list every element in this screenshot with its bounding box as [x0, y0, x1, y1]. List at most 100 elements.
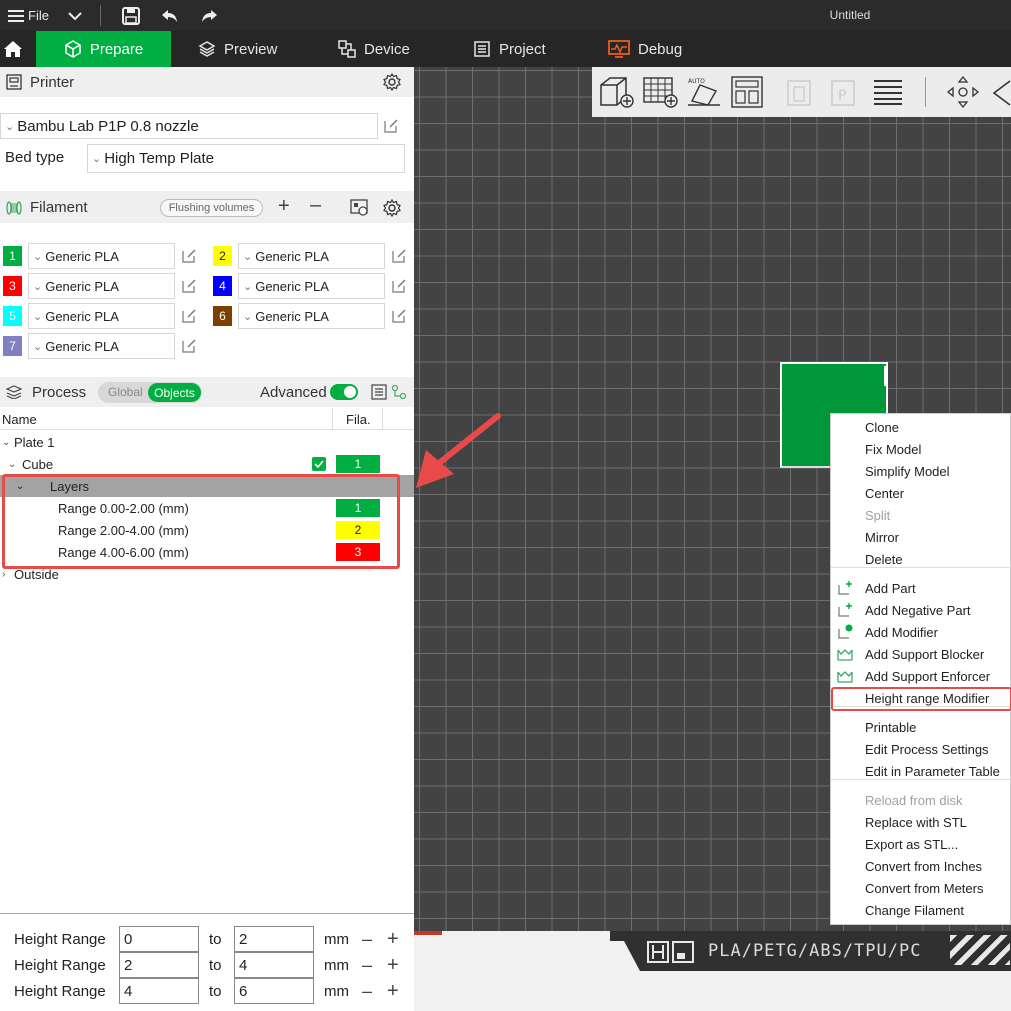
- tab-debug[interactable]: Debug: [608, 31, 682, 67]
- bed-type-select[interactable]: ⌄ High Temp Plate: [87, 144, 405, 173]
- tab-device[interactable]: Device: [338, 31, 410, 67]
- tree-plate-row[interactable]: ⌄ Plate 1: [0, 431, 414, 453]
- menu-item[interactable]: Edit Process Settings: [865, 739, 989, 759]
- add-cube-icon[interactable]: [598, 75, 636, 109]
- materials-label: PLA/PETG/ABS/TPU/PC: [708, 941, 922, 961]
- filament-select[interactable]: ⌄ Generic PLA: [28, 243, 175, 269]
- add-range-button[interactable]: +: [387, 954, 399, 977]
- edit-icon[interactable]: [181, 248, 197, 264]
- filament-color-swatch[interactable]: 2: [213, 246, 232, 266]
- menu-item[interactable]: Simplify Model: [865, 461, 950, 481]
- rotate-icon[interactable]: [988, 75, 1011, 109]
- menu-item[interactable]: Edit in Parameter Table: [865, 761, 1000, 781]
- objects-option[interactable]: Objects: [148, 383, 201, 402]
- menu-item[interactable]: Add Part: [865, 578, 916, 598]
- undo-icon[interactable]: [161, 0, 179, 31]
- filament-select[interactable]: ⌄ Generic PLA: [28, 333, 175, 359]
- menu-item[interactable]: Export as STL...: [865, 834, 958, 854]
- menu-item[interactable]: Mirror: [865, 527, 899, 547]
- gear-icon[interactable]: [383, 199, 401, 217]
- menu-item[interactable]: Convert from Meters: [865, 878, 983, 898]
- remove-filament-button[interactable]: –: [310, 194, 321, 217]
- menu-item[interactable]: Clone: [865, 417, 899, 437]
- stripe-decoration: [950, 935, 1010, 965]
- auto-orient-icon[interactable]: AUTO: [686, 75, 724, 109]
- add-range-button[interactable]: +: [387, 980, 399, 1003]
- chevron-down-icon[interactable]: ⌄: [2, 437, 10, 448]
- filament-color-swatch[interactable]: 6: [213, 306, 232, 326]
- tree-object-row[interactable]: ⌄ Cube 1: [0, 453, 414, 475]
- dropdown-chevron-icon[interactable]: [68, 0, 82, 31]
- remove-range-button[interactable]: –: [362, 929, 372, 950]
- edit-icon[interactable]: [181, 308, 197, 324]
- menu-item[interactable]: Convert from Inches: [865, 856, 982, 876]
- advanced-toggle[interactable]: [330, 384, 358, 400]
- home-button[interactable]: [0, 31, 34, 67]
- arrange-icon[interactable]: [730, 75, 764, 109]
- edit-icon[interactable]: [391, 308, 407, 324]
- sync-icon[interactable]: [350, 199, 368, 217]
- move-icon[interactable]: [946, 75, 980, 109]
- range-from-input[interactable]: 2: [119, 952, 199, 978]
- file-menu[interactable]: File: [8, 0, 49, 31]
- range-to-input[interactable]: 4: [234, 952, 314, 978]
- range-from-input[interactable]: 0: [119, 926, 199, 952]
- gear-icon[interactable]: [383, 73, 401, 91]
- menu-item[interactable]: Add Support Enforcer: [865, 666, 990, 686]
- range-from-input[interactable]: 4: [119, 978, 199, 1004]
- add-filament-button[interactable]: +: [278, 195, 290, 218]
- menu-item[interactable]: Center: [865, 483, 904, 503]
- range-to-input[interactable]: 2: [234, 926, 314, 952]
- remove-range-button[interactable]: –: [362, 955, 372, 976]
- menu-item[interactable]: Fix Model: [865, 439, 921, 459]
- layers-icon: [198, 41, 216, 57]
- menu-item[interactable]: Change Filament: [865, 900, 964, 920]
- add-range-button[interactable]: +: [387, 928, 399, 951]
- layers-list-icon[interactable]: [872, 77, 904, 107]
- tab-prepare[interactable]: Prepare: [36, 31, 171, 67]
- object-filament-badge[interactable]: 1: [336, 455, 380, 473]
- edit-icon[interactable]: [383, 118, 399, 134]
- filament-color-swatch[interactable]: 3: [3, 276, 22, 296]
- chevron-right-icon[interactable]: ›: [2, 569, 5, 580]
- edit-icon[interactable]: [181, 278, 197, 294]
- remove-range-button[interactable]: –: [362, 981, 372, 1002]
- filament-select[interactable]: ⌄ Generic PLA: [28, 303, 175, 329]
- filament-color-swatch[interactable]: 7: [3, 336, 22, 356]
- settings-tree-icon[interactable]: [391, 384, 407, 400]
- chevron-down-icon[interactable]: ⌄: [8, 459, 16, 470]
- filament-select[interactable]: ⌄ Generic PLA: [238, 243, 385, 269]
- menu-item[interactable]: Add Modifier: [865, 622, 938, 642]
- global-option[interactable]: Global: [108, 385, 143, 399]
- edit-icon[interactable]: [391, 278, 407, 294]
- visibility-checkbox[interactable]: [312, 457, 326, 471]
- save-icon[interactable]: [122, 0, 140, 31]
- printer-select[interactable]: ⌄ Bambu Lab P1P 0.8 nozzle: [0, 113, 378, 139]
- tab-preview[interactable]: Preview: [198, 31, 277, 67]
- menu-item[interactable]: Add Support Blocker: [865, 644, 984, 664]
- menu-item[interactable]: Add Negative Part: [865, 600, 971, 620]
- menu-item[interactable]: Delete: [865, 549, 903, 569]
- filament-color-swatch[interactable]: 1: [3, 246, 22, 266]
- object-list-header: Name Fila.: [0, 408, 414, 430]
- add-plate-icon[interactable]: [642, 75, 680, 109]
- list-icon[interactable]: [371, 384, 387, 400]
- filament-color-swatch[interactable]: 4: [213, 276, 232, 296]
- unit-label: mm: [324, 930, 349, 948]
- tab-project[interactable]: Project: [473, 31, 546, 67]
- menu-item[interactable]: Printable: [865, 717, 916, 737]
- menu-item[interactable]: Replace with STL: [865, 812, 967, 832]
- filament-select[interactable]: ⌄ Generic PLA: [28, 273, 175, 299]
- flushing-volumes-button[interactable]: Flushing volumes: [160, 199, 263, 217]
- height-range-row: Height Range 2 to 4 mm – +: [0, 952, 414, 978]
- printer-icon: [6, 74, 22, 90]
- filament-name: Generic PLA: [255, 278, 329, 294]
- edit-icon[interactable]: [181, 338, 197, 354]
- filament-select[interactable]: ⌄ Generic PLA: [238, 303, 385, 329]
- filament-color-swatch[interactable]: 5: [3, 306, 22, 326]
- redo-icon[interactable]: [200, 0, 218, 31]
- global-objects-switch[interactable]: Global Objects: [98, 382, 202, 403]
- range-to-input[interactable]: 6: [234, 978, 314, 1004]
- filament-select[interactable]: ⌄ Generic PLA: [238, 273, 385, 299]
- edit-icon[interactable]: [391, 248, 407, 264]
